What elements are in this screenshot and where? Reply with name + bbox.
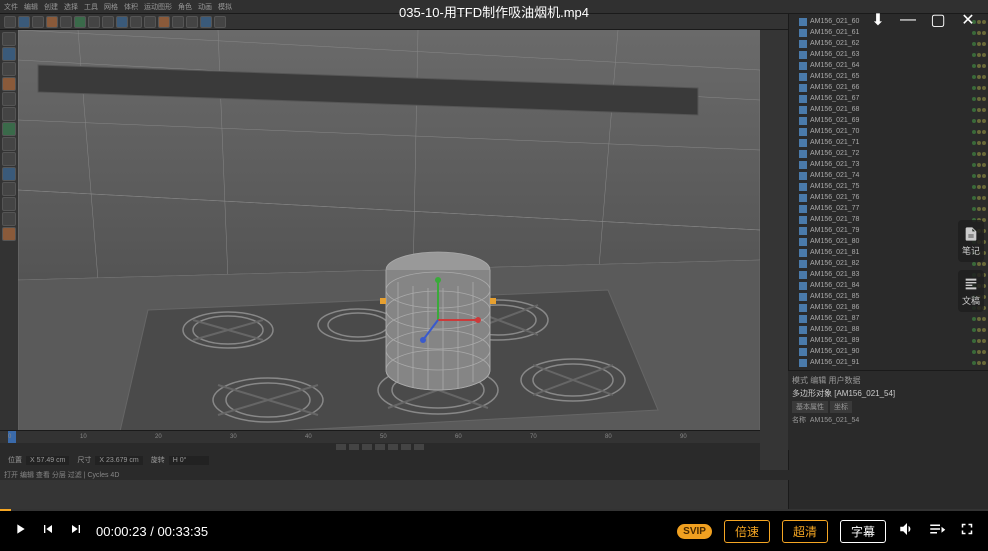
video-title: 035-10-用TFD制作吸油烟机.mp4 [399, 2, 589, 21]
hierarchy-item[interactable]: AM156_021_85 [791, 291, 986, 302]
hierarchy-item[interactable]: AM156_021_62 [791, 38, 986, 49]
play-button[interactable] [12, 521, 28, 542]
quality-button[interactable]: 超清 [782, 520, 828, 543]
minimize-button[interactable]: — [898, 10, 918, 30]
hierarchy-item[interactable]: AM156_021_91 [791, 357, 986, 368]
hierarchy-item[interactable]: AM156_021_74 [791, 170, 986, 181]
hierarchy-item[interactable]: AM156_021_88 [791, 324, 986, 335]
c4d-status-bar: 打开 编辑 查看 分层 过滤 | Cycles 4D [0, 470, 988, 480]
hierarchy-item[interactable]: AM156_021_67 [791, 93, 986, 104]
c4d-left-toolbar [0, 30, 18, 450]
hierarchy-item[interactable]: AM156_021_69 [791, 115, 986, 126]
hierarchy-item[interactable]: AM156_021_82 [791, 258, 986, 269]
player-controls: 00:00:23 / 00:33:35 SVIP 倍速 超清 字幕 [0, 511, 988, 551]
hierarchy-item[interactable]: AM156_021_70 [791, 126, 986, 137]
c4d-timeline[interactable]: 0 10 20 30 40 50 60 70 80 90 [0, 430, 760, 450]
side-tools: 笔记 文稿 [958, 220, 988, 312]
c4d-viewport[interactable] [18, 30, 760, 450]
hierarchy-item[interactable]: AM156_021_68 [791, 104, 986, 115]
c4d-attributes[interactable]: 模式 编辑 用户数据 多边形对象 [AM156_021_54] 基本属性 坐标 … [788, 370, 988, 450]
hierarchy-item[interactable]: AM156_021_64 [791, 60, 986, 71]
prev-button[interactable] [40, 521, 56, 542]
hierarchy-item[interactable]: AM156_021_65 [791, 71, 986, 82]
hierarchy-item[interactable]: AM156_021_84 [791, 280, 986, 291]
time-display: 00:00:23 / 00:33:35 [96, 524, 208, 539]
speed-button[interactable]: 倍速 [724, 520, 770, 543]
hierarchy-item[interactable]: AM156_021_72 [791, 148, 986, 159]
svip-badge: SVIP [677, 524, 712, 539]
hierarchy-item[interactable]: AM156_021_80 [791, 236, 986, 247]
hierarchy-item[interactable]: AM156_021_63 [791, 49, 986, 60]
hierarchy-item[interactable]: AM156_021_87 [791, 313, 986, 324]
download-button[interactable]: ⬇ [868, 10, 888, 30]
video-frame: 文件编辑创建选择工具网格体积运动图形角色动画模拟 [0, 0, 988, 510]
hierarchy-item[interactable]: AM156_021_81 [791, 247, 986, 258]
hierarchy-item[interactable]: AM156_021_77 [791, 203, 986, 214]
fullscreen-button[interactable] [958, 520, 976, 543]
hierarchy-item[interactable]: AM156_021_66 [791, 82, 986, 93]
c4d-interface: 文件编辑创建选择工具网格体积运动图形角色动画模拟 [0, 0, 988, 510]
player-top-controls: ⬇ — ▢ ✕ [868, 10, 978, 30]
c4d-coordinates[interactable]: 位置 X 57.49 cm 尺寸 X 23.679 cm 旋转 H 0° [0, 450, 760, 470]
hierarchy-item[interactable]: AM156_021_83 [791, 269, 986, 280]
next-button[interactable] [68, 521, 84, 542]
notes-button[interactable]: 笔记 [958, 220, 984, 262]
hierarchy-item[interactable]: AM156_021_78 [791, 214, 986, 225]
close-button[interactable]: ✕ [958, 10, 978, 30]
hierarchy-item[interactable]: AM156_021_86 [791, 302, 986, 313]
hierarchy-item[interactable]: AM156_021_75 [791, 181, 986, 192]
hierarchy-item[interactable]: AM156_021_90 [791, 346, 986, 357]
hierarchy-item[interactable]: AM156_021_89 [791, 335, 986, 346]
hierarchy-item[interactable]: AM156_021_73 [791, 159, 986, 170]
playlist-button[interactable] [928, 520, 946, 543]
volume-button[interactable] [898, 520, 916, 543]
hierarchy-item[interactable]: AM156_021_71 [791, 137, 986, 148]
hierarchy-item[interactable]: AM156_021_76 [791, 192, 986, 203]
maximize-button[interactable]: ▢ [928, 10, 948, 30]
transcript-button[interactable]: 文稿 [958, 270, 984, 312]
hierarchy-item[interactable]: AM156_021_79 [791, 225, 986, 236]
subtitle-button[interactable]: 字幕 [840, 520, 886, 543]
